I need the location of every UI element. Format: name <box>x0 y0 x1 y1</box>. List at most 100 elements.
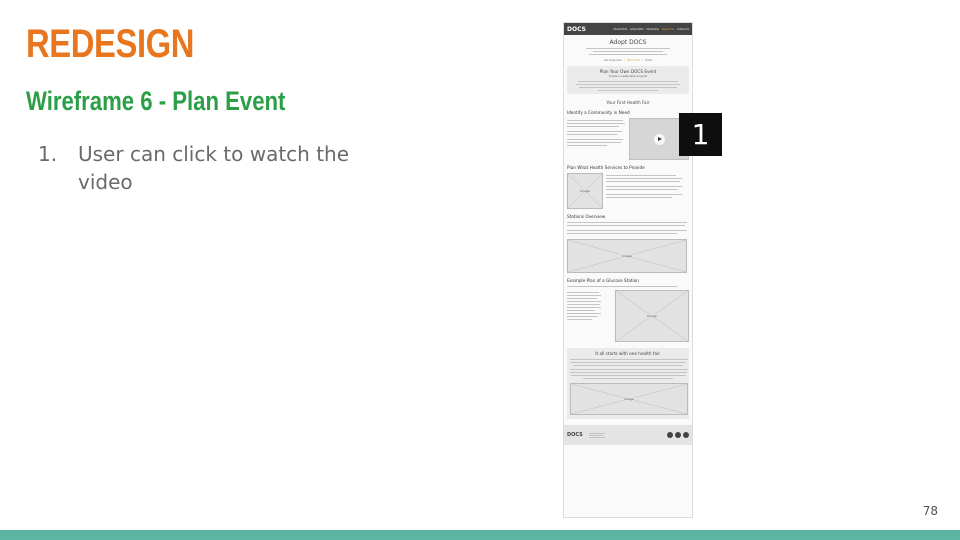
text-line <box>567 139 623 140</box>
text-line <box>567 316 598 317</box>
text-line <box>567 145 607 146</box>
text-line <box>586 48 670 49</box>
text-line <box>598 90 658 91</box>
image-label: Image <box>579 189 591 193</box>
nav-link-support[interactable]: Support Us <box>662 28 674 31</box>
nav-link-about[interactable]: About DOCS <box>614 28 628 31</box>
image-placeholder: Image <box>567 173 603 209</box>
text-line <box>579 87 677 88</box>
text-line <box>567 319 592 320</box>
text-line <box>588 435 603 436</box>
text-line <box>570 372 687 373</box>
breadcrumb-separator: › <box>623 59 625 62</box>
footer-bar <box>0 530 960 540</box>
breadcrumb-item[interactable]: Get Organized <box>604 59 622 62</box>
list-item: 1. User can click to watch the video <box>38 140 368 196</box>
wireframe-footer: DOCS <box>564 425 692 445</box>
text-line <box>567 295 601 296</box>
text-line <box>606 178 682 179</box>
text-line <box>567 310 595 311</box>
section-title-stations: Stations Overview <box>567 214 606 219</box>
nav-link-contact[interactable]: Contact Us <box>677 28 689 31</box>
text-line <box>570 369 688 370</box>
text-line <box>567 222 687 223</box>
social-icon[interactable] <box>683 432 689 438</box>
text-line <box>593 51 663 52</box>
social-icon[interactable] <box>675 432 681 438</box>
breadcrumb: Get Organized › Plan Event › Finish <box>564 59 692 62</box>
wireframe-logo[interactable]: DOCS <box>567 26 593 33</box>
text-line <box>567 286 677 287</box>
section-title-example: Example Plan of a Glucose Station <box>567 278 639 283</box>
nav-link-partnership[interactable]: Partnership <box>646 28 658 31</box>
text-line <box>567 126 619 127</box>
callout-number-badge: 1 <box>679 113 722 156</box>
text-line <box>567 142 621 143</box>
final-box: It all starts with one health fair. Imag… <box>567 348 689 419</box>
social-links <box>667 432 689 438</box>
text-line <box>606 186 682 187</box>
breadcrumb-separator: › <box>642 59 644 62</box>
page-number: 78 <box>922 504 938 518</box>
section-title-first-fair: Your First Health Fair <box>606 100 650 105</box>
list-item-text: User can click to watch the video <box>78 142 350 194</box>
text-line <box>588 433 605 434</box>
example-row: Image <box>564 290 692 342</box>
final-box-title: It all starts with one health fair. <box>595 351 661 356</box>
image-placeholder: Image <box>567 239 687 273</box>
text-line <box>567 120 623 121</box>
text-line <box>606 189 678 190</box>
plan-event-box: Plan Your Own DOCS Event Create a sustai… <box>567 66 689 94</box>
text-line <box>567 313 601 314</box>
services-text <box>606 173 689 209</box>
slide-title: REDESIGN <box>26 22 195 66</box>
image-label: Image <box>621 254 633 258</box>
breadcrumb-item-current[interactable]: Plan Event <box>627 59 640 62</box>
nav-link-adopt[interactable]: Adopt DOCS <box>630 28 643 31</box>
text-line <box>570 375 686 376</box>
image-placeholder: Image <box>570 383 688 415</box>
text-line <box>570 359 688 360</box>
text-line <box>567 123 625 124</box>
image-label: Image <box>646 314 658 318</box>
image-label: Image <box>623 397 635 401</box>
wireframe-preview: DOCS About DOCS Adopt DOCS Partnership S… <box>563 22 693 518</box>
text-line <box>567 225 685 226</box>
point-list: 1. User can click to watch the video <box>38 140 368 196</box>
text-line <box>567 131 622 132</box>
section-title-identify: Identify a Community in Need <box>567 110 630 115</box>
text-line <box>573 365 683 366</box>
text-line <box>567 230 687 231</box>
text-line <box>583 378 673 379</box>
text-line <box>567 307 601 308</box>
text-line <box>570 362 686 363</box>
identify-row <box>564 118 692 160</box>
play-icon[interactable] <box>654 134 665 145</box>
text-line <box>578 81 678 82</box>
text-line <box>606 194 682 195</box>
wireframe-hero-title: Adopt DOCS <box>609 39 647 46</box>
text-line <box>606 197 672 198</box>
text-line <box>606 181 680 182</box>
identify-text <box>567 118 626 160</box>
social-icon[interactable] <box>667 432 673 438</box>
text-line <box>567 233 677 234</box>
text-line <box>576 84 680 85</box>
text-line <box>588 437 605 438</box>
list-item-number: 1. <box>38 142 58 166</box>
text-line <box>606 175 676 176</box>
footer-logo[interactable]: DOCS <box>567 432 583 438</box>
example-text <box>567 290 612 342</box>
text-line <box>567 292 599 293</box>
text-line <box>567 134 617 135</box>
text-line <box>567 304 600 305</box>
services-row: Image <box>564 173 692 209</box>
text-line <box>589 54 667 55</box>
plan-box-title: Plan Your Own DOCS Event <box>599 69 657 74</box>
section-title-services: Plan What Health Services to Provide <box>567 165 645 170</box>
text-line <box>567 301 601 302</box>
slide-subtitle: Wireframe 6 - Plan Event <box>26 86 286 116</box>
footer-contact <box>588 432 605 438</box>
plan-box-subtitle: Create a sustainable program <box>608 75 648 78</box>
breadcrumb-item[interactable]: Finish <box>645 59 652 62</box>
